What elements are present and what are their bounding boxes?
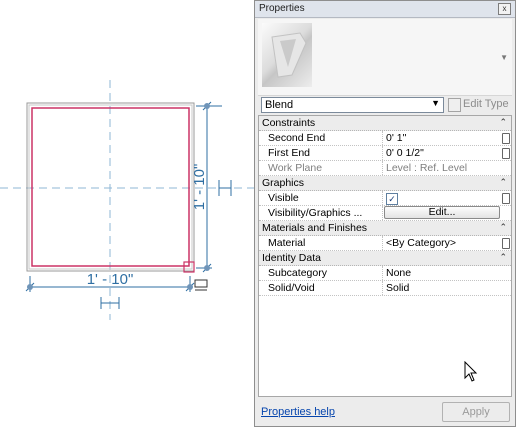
collapse-icon[interactable]: ⌃ — [499, 177, 507, 188]
dim-horizontal-text: 1' - 10" — [87, 271, 134, 288]
family-thumbnail — [262, 23, 312, 87]
property-value[interactable]: <By Category> — [386, 237, 456, 249]
property-row[interactable]: Second End 0' 1" — [259, 131, 511, 146]
section-label: Constraints — [262, 117, 316, 129]
dim-vertical-text: 1' - 10" — [191, 164, 208, 211]
chevron-down-icon[interactable]: ▼ — [500, 53, 508, 62]
dim-grip — [204, 103, 210, 109]
edit-type-label: Edit Type — [463, 98, 509, 110]
property-name: Solid/Void — [268, 282, 315, 294]
property-row[interactable]: Visible ✓ — [259, 191, 511, 206]
property-value[interactable]: 0' 0 1/2" — [386, 147, 424, 159]
associate-parameter-icon[interactable] — [502, 193, 510, 204]
dim-grip — [204, 265, 210, 271]
associate-parameter-icon[interactable] — [502, 133, 510, 144]
section-label: Materials and Finishes — [262, 222, 368, 234]
property-value: Level : Ref. Level — [386, 162, 468, 174]
type-preview: ▼ — [258, 19, 512, 96]
apply-button[interactable]: Apply — [442, 402, 510, 422]
associate-parameter-icon[interactable] — [502, 238, 510, 249]
edit-type-button[interactable]: Edit Type — [446, 98, 512, 112]
properties-help-link[interactable]: Properties help — [261, 406, 335, 418]
chevron-down-icon: ▼ — [431, 98, 440, 108]
edit-type-icon — [448, 98, 461, 112]
property-row[interactable]: Subcategory None — [259, 266, 511, 281]
property-name: Second End — [268, 132, 326, 144]
properties-titlebar[interactable]: Properties x — [255, 1, 515, 18]
section-materials[interactable]: Materials and Finishes ⌃ — [259, 221, 511, 236]
drawing-canvas[interactable]: 1' - 10" 1' - 10" — [0, 0, 254, 427]
property-row[interactable]: Visibility/Graphics ... Edit... — [259, 206, 511, 221]
property-value[interactable]: 0' 1" — [386, 132, 406, 144]
section-identity[interactable]: Identity Data ⌃ — [259, 251, 511, 266]
property-row[interactable]: First End 0' 0 1/2" — [259, 146, 511, 161]
dim-equality-icon[interactable] — [218, 180, 232, 196]
properties-palette: Properties x ▼ Blend ▼ Edit Type Constra… — [254, 0, 516, 427]
property-name: Subcategory — [268, 267, 327, 279]
section-graphics[interactable]: Graphics ⌃ — [259, 176, 511, 191]
mouse-cursor-icon — [464, 361, 478, 382]
drag-handle-icon — [194, 279, 208, 288]
collapse-icon[interactable]: ⌃ — [499, 222, 507, 233]
property-value[interactable]: None — [386, 267, 411, 279]
property-name: First End — [268, 147, 311, 159]
section-constraints[interactable]: Constraints ⌃ — [259, 116, 511, 131]
visibility-edit-button[interactable]: Edit... — [384, 206, 500, 219]
properties-title: Properties — [259, 3, 305, 14]
property-row: Work Plane Level : Ref. Level — [259, 161, 511, 176]
property-name: Work Plane — [268, 162, 323, 174]
properties-grid: Constraints ⌃ Second End 0' 1" First End… — [258, 115, 512, 397]
associate-parameter-icon[interactable] — [502, 148, 510, 159]
close-icon[interactable]: x — [498, 3, 511, 15]
visible-checkbox[interactable]: ✓ — [386, 193, 398, 205]
property-name: Visible — [268, 192, 299, 204]
type-selector[interactable]: Blend ▼ — [261, 97, 444, 113]
collapse-icon[interactable]: ⌃ — [499, 117, 507, 128]
section-label: Graphics — [262, 177, 305, 189]
property-name: Material — [268, 237, 306, 249]
property-row[interactable]: Material <By Category> — [259, 236, 511, 251]
dim-grip — [27, 284, 33, 290]
collapse-icon[interactable]: ⌃ — [499, 252, 507, 263]
section-label: Identity Data — [262, 252, 321, 264]
property-value[interactable]: Solid — [386, 282, 409, 294]
property-row[interactable]: Solid/Void Solid — [259, 281, 511, 296]
dim-grip — [187, 284, 193, 290]
property-name: Visibility/Graphics ... — [268, 207, 363, 219]
type-selector-value: Blend — [265, 99, 294, 111]
